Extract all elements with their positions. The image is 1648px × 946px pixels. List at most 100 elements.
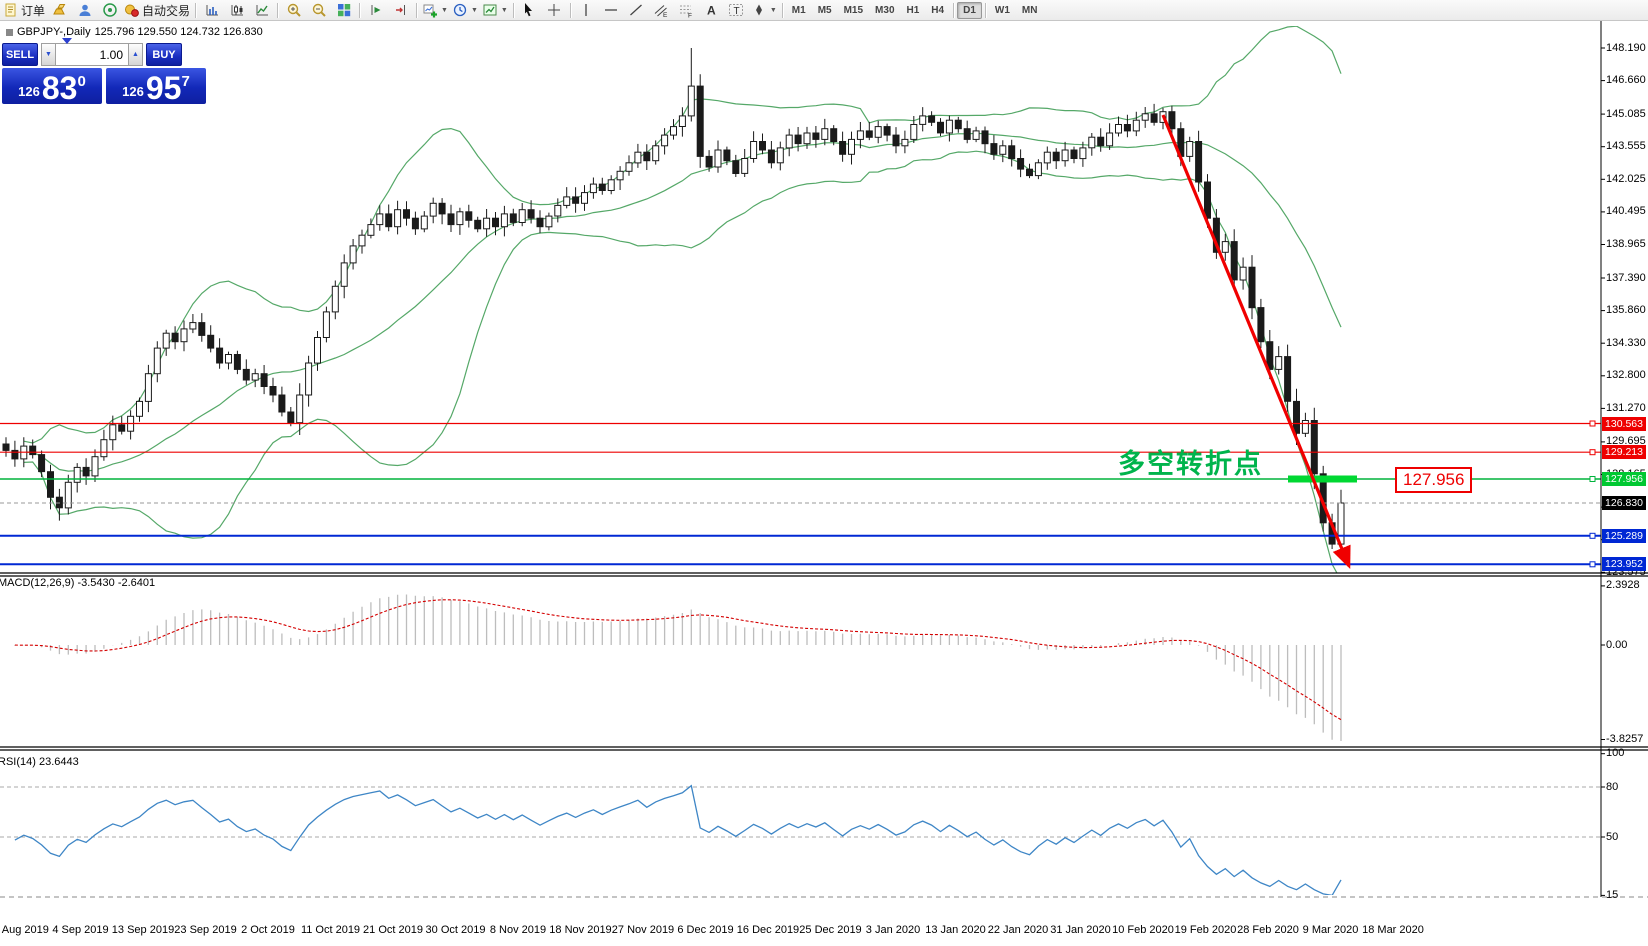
buy-price-big: 95 [146,73,182,103]
periods-button[interactable]: ▼ [450,1,480,20]
chart-shift-button[interactable] [388,1,413,20]
collapse-panel-icon[interactable] [62,38,72,44]
cursor-button[interactable] [517,1,542,20]
fibonacci-button[interactable]: F [674,1,699,20]
price-level-badge: 126.830 [1602,496,1646,510]
buy-price-prefix: 126 [122,84,144,99]
tile-windows-button[interactable] [331,1,356,20]
chart-shift-icon [393,2,409,18]
timeframe-m1-button[interactable]: M1 [786,2,812,19]
arrows-button[interactable]: ▼ [749,1,779,20]
templates-icon [482,2,498,18]
webcast-button[interactable] [97,1,122,20]
price-axis-tick: 143.555 [1606,140,1646,152]
price-axis-tick: 148.190 [1606,42,1646,54]
chart-ohlc-values: 125.796 129.550 124.732 126.830 [95,26,263,38]
rsi-axis-tick: 100 [1606,747,1624,759]
volume-increase-button[interactable]: ▲ [128,43,143,66]
line-chart-mode-button[interactable] [249,1,274,20]
dropdown-arrow-icon: ▼ [501,7,508,14]
trendline-icon [628,2,644,18]
chart-window: GBPJPY-,Daily 125.796 129.550 124.732 12… [0,21,1648,946]
dropdown-arrow-icon: ▼ [441,7,448,14]
templates-button[interactable]: ▼ [480,1,510,20]
timeframe-m15-button[interactable]: M15 [838,2,869,19]
zoom-in-icon [286,2,302,18]
price-level-badge: 129.213 [1602,445,1646,459]
toolbar-separator [782,3,783,18]
buy-quote-button[interactable]: 126 95 7 [106,68,206,104]
toolbar-separator [359,3,360,18]
autotrading-button[interactable]: 自动交易 [122,1,192,20]
zoom-in-button[interactable] [281,1,306,20]
rsi-axis-tick: 15 [1606,889,1618,901]
equidistant-channel-button[interactable]: E [649,1,674,20]
turning-point-annotation: 多空转折点 [1118,442,1263,481]
profile-button[interactable] [72,1,97,20]
new-order-icon [3,2,19,18]
sell-price-prefix: 126 [18,84,40,99]
candlestick-mode-button[interactable] [224,1,249,20]
timeframe-h1-button[interactable]: H1 [901,2,926,19]
fibonacci-icon: F [678,2,694,18]
sell-quote-button[interactable]: 126 83 0 [2,68,102,104]
price-axis-tick: 140.495 [1606,205,1646,217]
webcast-icon [102,2,118,18]
new-chart-button[interactable]: ▼ [420,1,450,20]
bar-chart-mode-button[interactable] [199,1,224,20]
timeframe-d1-button[interactable]: D1 [957,2,982,19]
svg-text:E: E [663,12,668,18]
macd-axis-tick: -3.8257 [1606,733,1643,745]
vertical-line-button[interactable] [574,1,599,20]
toolbar-separator [953,3,954,18]
sell-price-pip: 0 [77,73,85,90]
ingot-button[interactable] [47,1,72,20]
crosshair-button[interactable] [542,1,567,20]
price-axis-tick: 132.800 [1606,369,1646,381]
price-level-badge: 125.289 [1602,529,1646,543]
price-axis-tick: 131.270 [1606,402,1646,414]
toolbar-separator [513,3,514,18]
crosshair-icon [546,2,562,18]
price-axis-tick: 145.085 [1606,108,1646,120]
price-axis-tick: 138.965 [1606,238,1646,250]
auto-scroll-icon [368,2,384,18]
buy-button[interactable]: BUY [146,43,182,66]
timeframe-mn-button[interactable]: MN [1016,2,1044,19]
timeframe-h4-button[interactable]: H4 [925,2,950,19]
autotrading-icon [124,2,140,18]
new-order-button[interactable]: 订单 [1,1,47,20]
price-axis-tick: 142.025 [1606,173,1646,185]
new-chart-icon [422,2,438,18]
sell-button[interactable]: SELL [2,43,38,66]
text-label-button[interactable]: T [724,1,749,20]
timeframe-w1-button[interactable]: W1 [989,2,1016,19]
main-macd-splitter[interactable] [0,571,1601,577]
chart-title: GBPJPY-,Daily 125.796 129.550 124.732 12… [6,26,263,38]
zoom-out-button[interactable] [306,1,331,20]
text-icon: A [703,2,719,18]
auto-scroll-button[interactable] [363,1,388,20]
volume-decrease-button[interactable]: ▼ [41,43,56,66]
timeframe-m30-button[interactable]: M30 [869,2,900,19]
volume-input[interactable]: 1.00 [56,43,128,66]
equidistant-channel-icon: E [653,2,669,18]
trendline-button[interactable] [624,1,649,20]
tile-windows-icon [336,2,352,18]
new-order-label: 订单 [21,2,45,19]
svg-text:T: T [734,6,740,17]
horizontal-line-button[interactable] [599,1,624,20]
macd-axis-tick: 0.00 [1606,639,1627,651]
price-annotation-box: 127.956 [1395,467,1472,493]
bar-chart-mode-icon [204,2,220,18]
dropdown-arrow-icon: ▼ [770,7,777,14]
zoom-out-icon [311,2,327,18]
price-axis-tick: 134.330 [1606,337,1646,349]
candlestick-mode-icon [229,2,245,18]
timeframe-m5-button[interactable]: M5 [812,2,838,19]
macd-rsi-splitter[interactable] [0,745,1601,751]
profile-icon [77,2,93,18]
dropdown-arrow-icon: ▼ [471,7,478,14]
line-chart-mode-icon [254,2,270,18]
text-button[interactable]: A [699,1,724,20]
